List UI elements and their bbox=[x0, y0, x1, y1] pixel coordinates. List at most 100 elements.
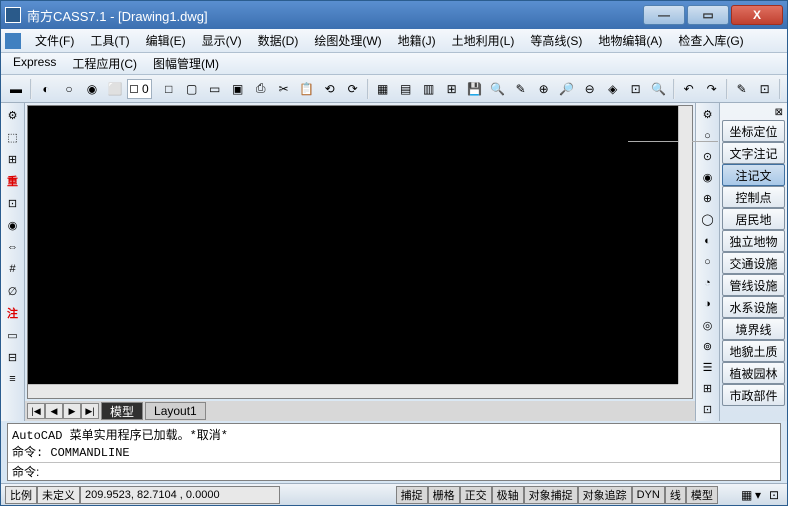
status-btn-1[interactable]: 栅格 bbox=[428, 486, 460, 504]
tool2-10[interactable]: ▦ bbox=[372, 78, 394, 100]
panel-btn-5[interactable]: 独立地物 bbox=[722, 230, 785, 252]
menu-6[interactable]: 地籍(J) bbox=[390, 30, 444, 51]
tool2-16[interactable]: ✎ bbox=[510, 78, 532, 100]
tool2-14[interactable]: 💾 bbox=[464, 78, 486, 100]
menu-9[interactable]: 地物编辑(A) bbox=[590, 30, 670, 51]
tool2-2[interactable]: ▭ bbox=[204, 78, 226, 100]
scrollbar-horizontal[interactable] bbox=[28, 384, 678, 398]
ltool-3[interactable]: 重 bbox=[3, 171, 23, 191]
panel-btn-11[interactable]: 植被园林 bbox=[722, 362, 785, 384]
ltool-5[interactable]: ◉ bbox=[3, 215, 23, 235]
rtool-8[interactable]: ◔ bbox=[698, 274, 718, 293]
drawing-viewport[interactable] bbox=[28, 106, 692, 398]
rtool-3[interactable]: ◉ bbox=[698, 168, 718, 187]
menu-10[interactable]: 检查入库(G) bbox=[670, 30, 751, 51]
scrollbar-vertical[interactable] bbox=[678, 106, 692, 384]
panel-btn-3[interactable]: 控制点 bbox=[722, 186, 785, 208]
tool2-1[interactable]: ▢ bbox=[181, 78, 203, 100]
tool1-4[interactable]: ◉ bbox=[81, 78, 103, 100]
status-btn-8[interactable]: 模型 bbox=[686, 486, 718, 504]
tool2-24[interactable]: ↶ bbox=[678, 78, 700, 100]
ltool-0[interactable]: ⚙ bbox=[3, 105, 23, 125]
panel-btn-0[interactable]: 坐标定位 bbox=[722, 120, 785, 142]
tool2-6[interactable]: 📋 bbox=[296, 78, 318, 100]
tool2-12[interactable]: ▥ bbox=[418, 78, 440, 100]
status-icon-2[interactable]: ▾ bbox=[755, 488, 769, 502]
rtool-0[interactable]: ⚙ bbox=[698, 105, 718, 124]
tool2-15[interactable]: 🔍 bbox=[487, 78, 509, 100]
ltool-7[interactable]: # bbox=[3, 259, 23, 279]
tool1-5[interactable]: ⬜ bbox=[104, 78, 126, 100]
rtool-10[interactable]: ◎ bbox=[698, 316, 718, 335]
panel-btn-1[interactable]: 文字注记 bbox=[722, 142, 785, 164]
menu2-2[interactable]: 图幅管理(M) bbox=[145, 53, 227, 74]
menu-2[interactable]: 编辑(E) bbox=[138, 30, 194, 51]
ltool-6[interactable]: ⇔ bbox=[3, 237, 23, 257]
tool2-18[interactable]: 🔎 bbox=[556, 78, 578, 100]
menu2-1[interactable]: 工程应用(C) bbox=[64, 53, 145, 74]
menu-7[interactable]: 土地利用(L) bbox=[444, 30, 523, 51]
menu-8[interactable]: 等高线(S) bbox=[522, 30, 590, 51]
tool1-0[interactable]: ▬ bbox=[5, 78, 27, 100]
tool1-3[interactable]: ○ bbox=[58, 78, 80, 100]
rtool-6[interactable]: ◐ bbox=[698, 231, 718, 250]
ltool-2[interactable]: ⊞ bbox=[3, 149, 23, 169]
maximize-button[interactable]: ▭ bbox=[687, 5, 729, 25]
tabnav-3[interactable]: ▶| bbox=[81, 403, 99, 419]
tool2-30[interactable]: ▦ bbox=[784, 78, 788, 100]
status-icon-1[interactable]: ▦ bbox=[741, 488, 755, 502]
rtool-13[interactable]: ⊞ bbox=[698, 379, 718, 398]
menu2-0[interactable]: Express bbox=[5, 53, 64, 74]
panel-btn-2[interactable]: 注记文 bbox=[722, 164, 785, 186]
tool2-27[interactable]: ✎ bbox=[731, 78, 753, 100]
tool2-7[interactable]: ⟲ bbox=[319, 78, 341, 100]
tool2-3[interactable]: ▣ bbox=[227, 78, 249, 100]
ltool-8[interactable]: ∅ bbox=[3, 281, 23, 301]
ltool-4[interactable]: ⊡ bbox=[3, 193, 23, 213]
status-btn-3[interactable]: 极轴 bbox=[492, 486, 524, 504]
command-input[interactable]: 命令: bbox=[8, 462, 780, 480]
panel-btn-6[interactable]: 交通设施 bbox=[722, 252, 785, 274]
tool2-25[interactable]: ↷ bbox=[701, 78, 723, 100]
status-btn-4[interactable]: 对象捕捉 bbox=[524, 486, 578, 504]
rtool-7[interactable]: ○ bbox=[698, 252, 718, 271]
tool2-22[interactable]: 🔍 bbox=[648, 78, 670, 100]
ltool-10[interactable]: ▭ bbox=[3, 325, 23, 345]
tool2-5[interactable]: ✂ bbox=[273, 78, 295, 100]
tabnav-0[interactable]: |◀ bbox=[27, 403, 45, 419]
tool2-19[interactable]: ⊖ bbox=[579, 78, 601, 100]
tabnav-2[interactable]: ▶ bbox=[63, 403, 81, 419]
panel-btn-4[interactable]: 居民地 bbox=[722, 208, 785, 230]
rtool-12[interactable]: ☰ bbox=[698, 358, 718, 377]
menu-0[interactable]: 文件(F) bbox=[27, 30, 82, 51]
status-btn-0[interactable]: 捕捉 bbox=[396, 486, 428, 504]
status-btn-6[interactable]: DYN bbox=[632, 486, 665, 504]
tool2-4[interactable]: ⎙ bbox=[250, 78, 272, 100]
rtool-9[interactable]: ◑ bbox=[698, 295, 718, 314]
rtool-2[interactable]: ⊙ bbox=[698, 147, 718, 166]
tool2-21[interactable]: ⊡ bbox=[625, 78, 647, 100]
tab-Layout1[interactable]: Layout1 bbox=[145, 402, 206, 420]
status-btn-5[interactable]: 对象追踪 bbox=[578, 486, 632, 504]
tool2-20[interactable]: ◈ bbox=[602, 78, 624, 100]
panel-btn-12[interactable]: 市政部件 bbox=[722, 384, 785, 406]
tool2-17[interactable]: ⊕ bbox=[533, 78, 555, 100]
status-icon-3[interactable]: ⊡ bbox=[769, 488, 783, 502]
rtool-11[interactable]: ⊚ bbox=[698, 337, 718, 356]
status-btn-7[interactable]: 线 bbox=[665, 486, 686, 504]
panel-btn-7[interactable]: 管线设施 bbox=[722, 274, 785, 296]
ltool-12[interactable]: ≡ bbox=[3, 369, 23, 389]
tool1-2[interactable]: ◐ bbox=[35, 78, 57, 100]
rtool-1[interactable]: ○ bbox=[698, 126, 718, 145]
tool2-13[interactable]: ⊞ bbox=[441, 78, 463, 100]
status-btn-2[interactable]: 正交 bbox=[460, 486, 492, 504]
panel-btn-8[interactable]: 水系设施 bbox=[722, 296, 785, 318]
tab-模型[interactable]: 模型 bbox=[101, 402, 143, 420]
close-button[interactable]: X bbox=[731, 5, 783, 25]
rtool-4[interactable]: ⊕ bbox=[698, 189, 718, 208]
panel-btn-9[interactable]: 境界线 bbox=[722, 318, 785, 340]
tool2-28[interactable]: ⊡ bbox=[754, 78, 776, 100]
tabnav-1[interactable]: ◀ bbox=[45, 403, 63, 419]
layer-combo[interactable]: 0 bbox=[127, 79, 152, 99]
ltool-11[interactable]: ⊟ bbox=[3, 347, 23, 367]
